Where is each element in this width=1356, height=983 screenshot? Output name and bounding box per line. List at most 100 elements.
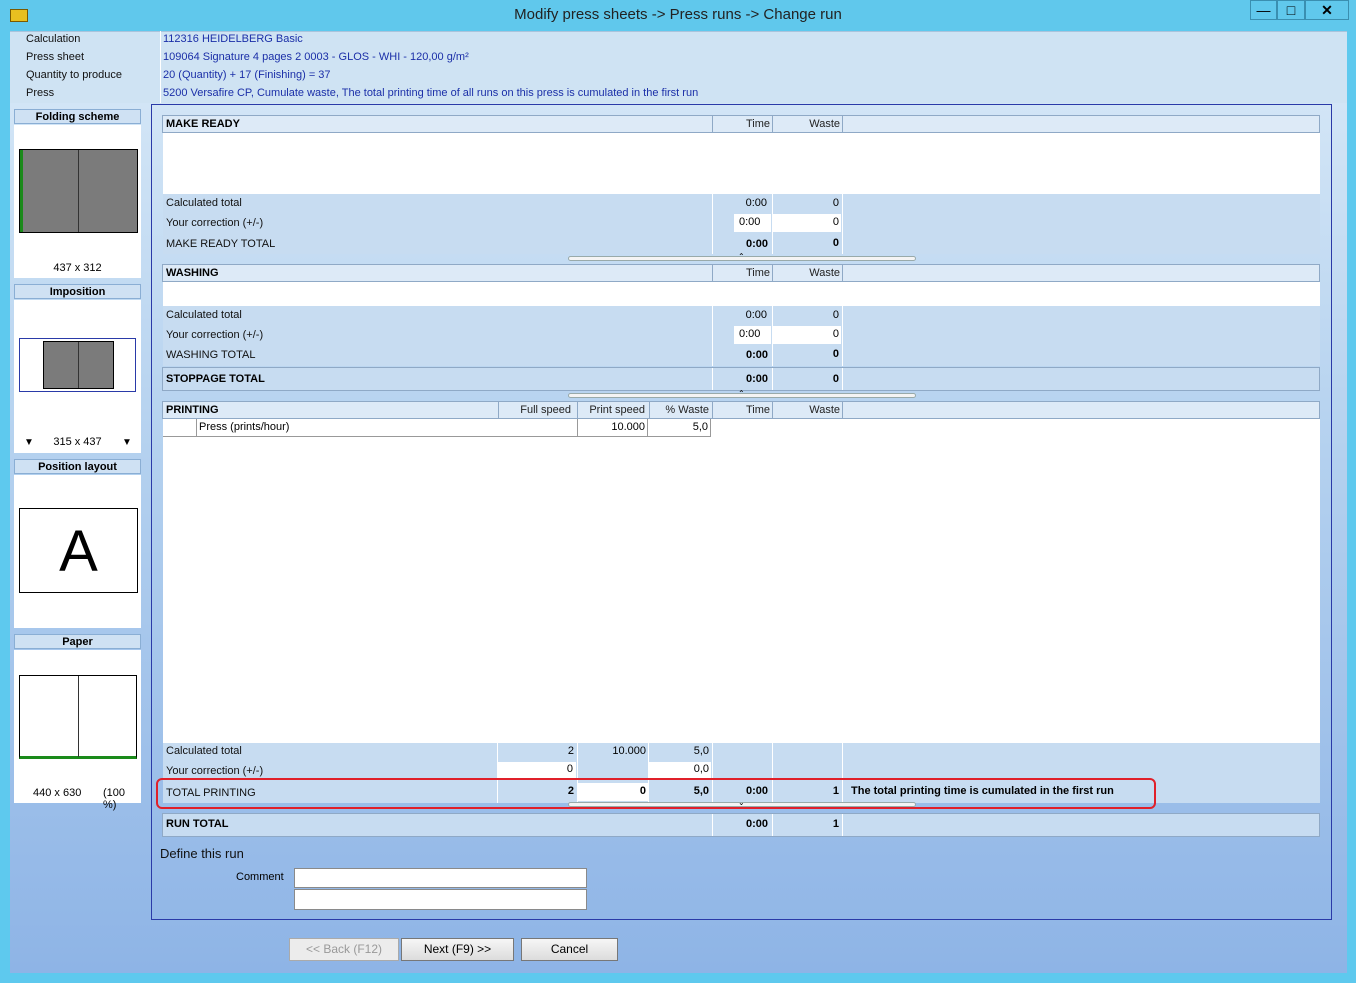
minimize-icon: — <box>1256 2 1271 18</box>
printing-col-print-speed: Print speed <box>589 404 645 416</box>
washing-calc-waste: 0 <box>832 309 839 321</box>
collapse-up-icon-2[interactable]: ⌃ <box>738 389 745 398</box>
make-ready-list[interactable] <box>163 133 1320 194</box>
make-ready-col-time: Time <box>745 118 770 130</box>
minimize-button[interactable]: — <box>1250 0 1277 20</box>
printing-corr-full-input[interactable]: 0 <box>498 762 576 778</box>
washing-col-waste: Waste <box>809 267 840 279</box>
make-ready-title: MAKE READY <box>166 118 240 130</box>
paper-header: Paper <box>14 634 141 649</box>
comment-input-2[interactable] <box>294 889 587 910</box>
printing-title: PRINTING <box>166 404 219 416</box>
folding-edge <box>20 150 23 232</box>
paper-size: 440 x 630 <box>33 787 82 799</box>
press-label: Press <box>26 87 55 99</box>
printing-corr-pct: 0,0 <box>693 763 709 775</box>
make-ready-calc-waste: 0 <box>832 197 839 209</box>
imposition-header: Imposition <box>14 284 141 299</box>
printing-press-label: Press (prints/hour) <box>199 421 290 433</box>
info-divider <box>160 31 161 103</box>
imposition-sheet <box>43 341 114 389</box>
washing-col-time: Time <box>745 267 770 279</box>
make-ready-col-waste: Waste <box>809 118 840 130</box>
imposition-fold-line <box>78 342 79 388</box>
washing-total-label: WASHING TOTAL <box>166 349 256 361</box>
washing-corr-time-input[interactable]: 0:00 <box>734 326 771 344</box>
printing-press-row[interactable]: Press (prints/hour) 10.000 5,0 <box>163 419 711 437</box>
press-sheet-value: 109064 Signature 4 pages 2 0003 - GLOS -… <box>163 51 469 63</box>
folding-scheme-panel[interactable]: 437 x 312 <box>14 125 141 278</box>
quantity-label: Quantity to produce <box>26 69 123 81</box>
printing-press-print-speed[interactable]: 10.000 <box>579 421 645 433</box>
printing-col-time: Time <box>745 404 770 416</box>
make-ready-total-waste: 0 <box>832 237 839 249</box>
stoppage-total-waste: 0 <box>832 373 839 385</box>
printing-calc-label: Calculated total <box>166 745 242 757</box>
press-value: 5200 Versafire CP, Cumulate waste, The t… <box>163 87 699 99</box>
paper-thumbnail <box>19 675 137 759</box>
calculation-value: 112316 HEIDELBERG Basic <box>163 33 303 45</box>
define-run-title: Define this run <box>160 846 244 861</box>
maximize-button[interactable]: □ <box>1277 0 1305 20</box>
imposition-thumbnail <box>19 338 136 392</box>
printing-calc-pct-waste: 5,0 <box>693 745 709 757</box>
window-title: Modify press sheets -> Press runs -> Cha… <box>514 6 842 23</box>
make-ready-calc-label: Calculated total <box>166 197 242 209</box>
comment-label: Comment <box>236 871 284 883</box>
printing-press-pct-waste[interactable]: 5,0 <box>649 421 708 433</box>
make-ready-corr-time-input[interactable]: 0:00 <box>734 214 771 232</box>
folding-scheme-thumbnail <box>19 149 138 233</box>
printing-header: PRINTING Full speed Print speed % Waste … <box>162 401 1320 419</box>
run-total-time: 0:00 <box>745 818 768 830</box>
collapse-up-icon[interactable]: ⌃ <box>738 252 745 261</box>
make-ready-calc-time: 0:00 <box>745 197 767 209</box>
printing-corr-full: 0 <box>566 763 573 775</box>
washing-title: WASHING <box>166 267 219 279</box>
washing-list[interactable] <box>163 282 1320 306</box>
printing-col-pct-waste: % Waste <box>665 404 709 416</box>
make-ready-corr-waste: 0 <box>832 216 839 228</box>
close-icon: ✕ <box>1321 2 1333 18</box>
printing-col-full-speed: Full speed <box>520 404 571 416</box>
highlight-annotation <box>156 778 1156 809</box>
folding-size: 437 x 312 <box>53 262 102 274</box>
make-ready-corr-time: 0:00 <box>739 216 761 228</box>
washing-total-time: 0:00 <box>745 349 768 361</box>
printing-list[interactable] <box>163 419 1320 743</box>
washing-corr-time: 0:00 <box>739 328 761 340</box>
next-button[interactable]: Next (F9) >> <box>401 938 514 961</box>
make-ready-total-label: MAKE READY TOTAL <box>166 238 276 250</box>
fold-line <box>78 150 79 232</box>
imposition-panel[interactable]: ▼ 315 x 437 ▼ <box>14 300 141 453</box>
folding-scheme-header: Folding scheme <box>14 109 141 124</box>
position-layout-panel[interactable]: A <box>14 475 141 628</box>
back-button[interactable]: << Back (F12) <box>289 938 399 961</box>
maximize-icon: □ <box>1286 2 1296 18</box>
close-button[interactable]: ✕ <box>1305 0 1349 20</box>
washing-corr-waste-input[interactable]: 0 <box>773 326 841 344</box>
stoppage-total-label: STOPPAGE TOTAL <box>166 373 265 385</box>
imposition-next-icon[interactable]: ▼ <box>122 437 132 448</box>
paper-panel[interactable]: 440 x 630 (100 %) <box>14 650 141 811</box>
printing-corr-pct-input[interactable]: 0,0 <box>649 762 711 778</box>
washing-header: WASHING Time Waste <box>162 264 1320 282</box>
position-layout-header: Position layout <box>14 459 141 474</box>
press-sheet-label: Press sheet <box>26 51 85 63</box>
printing-calc-full-speed: 2 <box>567 745 574 757</box>
washing-corr-waste: 0 <box>832 328 839 340</box>
quantity-value: 20 (Quantity) + 17 (Finishing) = 37 <box>163 69 331 81</box>
calculation-label: Calculation <box>26 33 81 45</box>
paper-fold-line <box>78 676 79 757</box>
cancel-button[interactable]: Cancel <box>521 938 618 961</box>
washing-calc-time: 0:00 <box>745 309 767 321</box>
washing-calc-label: Calculated total <box>166 309 242 321</box>
paper-zoom: (100 %) <box>103 787 126 811</box>
make-ready-corr-label: Your correction (+/-) <box>166 217 264 229</box>
washing-corr-label: Your correction (+/-) <box>166 329 264 341</box>
stoppage-total-time: 0:00 <box>745 373 768 385</box>
make-ready-total-time: 0:00 <box>745 238 768 250</box>
printing-corr-label: Your correction (+/-) <box>166 765 264 777</box>
make-ready-corr-waste-input[interactable]: 0 <box>773 214 841 232</box>
washing-total-waste: 0 <box>832 348 839 360</box>
comment-input[interactable] <box>294 868 587 888</box>
